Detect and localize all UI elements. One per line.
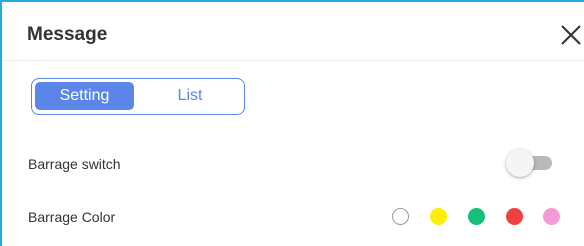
barrage-switch-label: Barrage switch bbox=[28, 156, 121, 172]
dialog-title: Message bbox=[27, 24, 108, 45]
barrage-color-label: Barrage Color bbox=[28, 209, 116, 225]
message-dialog: Message Setting List Barrage switch Barr… bbox=[0, 0, 584, 246]
toggle-knob bbox=[506, 149, 534, 177]
tab-switcher: Setting List bbox=[31, 78, 245, 115]
tab-setting[interactable]: Setting bbox=[35, 82, 134, 110]
color-swatch-pink[interactable] bbox=[543, 208, 560, 225]
tab-list[interactable]: List bbox=[138, 82, 242, 110]
color-swatch-red[interactable] bbox=[506, 208, 523, 225]
dialog-header: Message bbox=[2, 2, 584, 61]
color-swatch-white[interactable] bbox=[392, 208, 409, 225]
close-icon[interactable] bbox=[560, 24, 582, 46]
color-swatch-yellow[interactable] bbox=[430, 208, 447, 225]
barrage-switch-toggle[interactable] bbox=[506, 149, 552, 177]
color-swatch-green[interactable] bbox=[468, 208, 485, 225]
